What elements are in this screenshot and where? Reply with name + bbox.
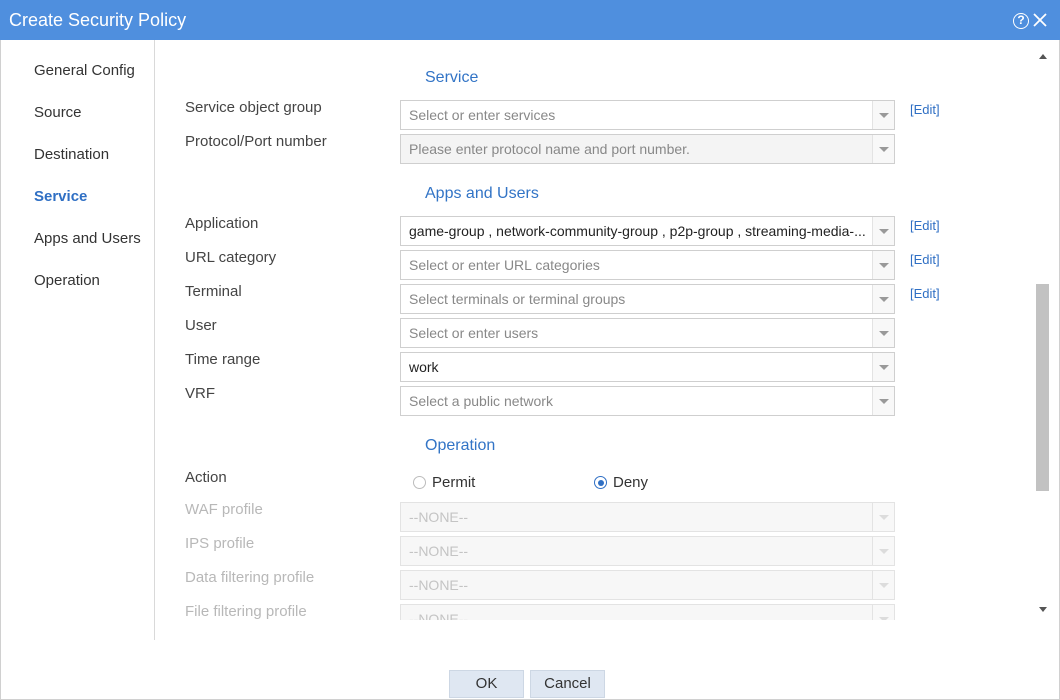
ips-profile-value: --NONE-- bbox=[409, 543, 469, 559]
ok-button[interactable]: OK bbox=[449, 670, 524, 698]
data-filtering-profile-value: --NONE-- bbox=[409, 577, 469, 593]
section-title-apps-and-users: Apps and Users bbox=[425, 185, 539, 202]
service-object-group-select[interactable]: Select or enter services bbox=[400, 100, 895, 130]
chevron-down-icon[interactable] bbox=[872, 251, 894, 279]
time-range-value: work bbox=[409, 359, 439, 375]
terminal-placeholder: Select terminals or terminal groups bbox=[409, 291, 626, 307]
application-label: Application bbox=[185, 215, 259, 232]
application-edit-link[interactable]: [Edit] bbox=[910, 218, 940, 234]
dialog-titlebar: Create Security Policy ? bbox=[0, 0, 1060, 40]
vrf-select[interactable]: Select a public network bbox=[400, 386, 895, 416]
service-object-group-placeholder: Select or enter services bbox=[409, 107, 556, 123]
waf-profile-select: --NONE-- bbox=[400, 502, 895, 532]
file-filtering-profile-label: File filtering profile bbox=[185, 603, 307, 620]
user-placeholder: Select or enter users bbox=[409, 325, 539, 341]
user-select[interactable]: Select or enter users bbox=[400, 318, 895, 348]
chevron-down-icon[interactable] bbox=[872, 285, 894, 313]
chevron-down-icon bbox=[872, 571, 894, 599]
url-category-label: URL category bbox=[185, 249, 277, 266]
chevron-down-icon[interactable] bbox=[872, 135, 894, 163]
waf-profile-value: --NONE-- bbox=[409, 509, 469, 525]
action-deny-label: Deny bbox=[613, 474, 649, 491]
url-category-edit-link[interactable]: [Edit] bbox=[910, 252, 940, 268]
ips-profile-select: --NONE-- bbox=[400, 536, 895, 566]
action-radio-deny[interactable]: Deny bbox=[594, 474, 648, 491]
radio-unchecked-icon[interactable] bbox=[413, 476, 426, 489]
chevron-down-icon[interactable] bbox=[872, 353, 894, 381]
data-filtering-profile-label: Data filtering profile bbox=[185, 569, 315, 586]
scrollbar-thumb[interactable] bbox=[1036, 284, 1049, 491]
data-filtering-profile-select: --NONE-- bbox=[400, 570, 895, 600]
protocol-port-placeholder: Please enter protocol name and port numb… bbox=[409, 141, 690, 157]
chevron-down-icon bbox=[872, 605, 894, 620]
time-range-select[interactable]: work bbox=[400, 352, 895, 382]
section-title-operation: Operation bbox=[425, 437, 496, 454]
sidebar-nav: General Config Source Destination Servic… bbox=[0, 40, 155, 640]
scroll-down-arrow-icon[interactable] bbox=[1039, 607, 1047, 612]
help-icon[interactable]: ? bbox=[1013, 13, 1029, 29]
section-title-service: Service bbox=[425, 69, 479, 86]
chevron-down-icon[interactable] bbox=[872, 387, 894, 415]
file-filtering-profile-value: --NONE-- bbox=[409, 611, 469, 620]
ips-profile-label: IPS profile bbox=[185, 535, 255, 552]
scroll-up-arrow-icon[interactable] bbox=[1039, 54, 1047, 59]
action-radio-permit[interactable]: Permit bbox=[413, 474, 475, 491]
service-object-group-label: Service object group bbox=[185, 99, 322, 116]
sidebar-item-operation[interactable]: Operation bbox=[34, 271, 100, 291]
waf-profile-label: WAF profile bbox=[185, 501, 263, 518]
vrf-label: VRF bbox=[185, 385, 215, 402]
form-content: Service Service object group Select or e… bbox=[156, 40, 1036, 620]
file-filtering-profile-select: --NONE-- bbox=[400, 604, 895, 620]
terminal-select[interactable]: Select terminals or terminal groups bbox=[400, 284, 895, 314]
vrf-placeholder: Select a public network bbox=[409, 393, 553, 409]
close-icon[interactable] bbox=[1032, 12, 1048, 28]
sidebar-item-service[interactable]: Service bbox=[34, 187, 87, 207]
terminal-label: Terminal bbox=[185, 283, 242, 300]
user-label: User bbox=[185, 317, 217, 334]
radio-checked-icon[interactable] bbox=[594, 476, 607, 489]
chevron-down-icon bbox=[872, 537, 894, 565]
dialog-title: Create Security Policy bbox=[9, 10, 187, 30]
sidebar-item-general-config[interactable]: General Config bbox=[34, 61, 135, 81]
application-value: game-group , network-community-group , p… bbox=[409, 223, 866, 239]
cancel-button[interactable]: Cancel bbox=[530, 670, 605, 698]
application-select[interactable]: game-group , network-community-group , p… bbox=[400, 216, 895, 246]
url-category-placeholder: Select or enter URL categories bbox=[409, 257, 600, 273]
service-object-group-edit-link[interactable]: [Edit] bbox=[910, 102, 940, 118]
action-label: Action bbox=[185, 469, 227, 486]
content-scrollbar[interactable] bbox=[1036, 50, 1049, 620]
chevron-down-icon[interactable] bbox=[872, 101, 894, 129]
protocol-port-select[interactable]: Please enter protocol name and port numb… bbox=[400, 134, 895, 164]
sidebar-item-apps-and-users[interactable]: Apps and Users bbox=[34, 229, 141, 249]
chevron-down-icon[interactable] bbox=[872, 319, 894, 347]
chevron-down-icon bbox=[872, 503, 894, 531]
url-category-select[interactable]: Select or enter URL categories bbox=[400, 250, 895, 280]
sidebar-item-source[interactable]: Source bbox=[34, 103, 82, 123]
chevron-down-icon[interactable] bbox=[872, 217, 894, 245]
action-permit-label: Permit bbox=[432, 474, 476, 491]
protocol-port-label: Protocol/Port number bbox=[185, 133, 327, 150]
time-range-label: Time range bbox=[185, 351, 261, 368]
sidebar-item-destination[interactable]: Destination bbox=[34, 145, 109, 165]
terminal-edit-link[interactable]: [Edit] bbox=[910, 286, 940, 302]
